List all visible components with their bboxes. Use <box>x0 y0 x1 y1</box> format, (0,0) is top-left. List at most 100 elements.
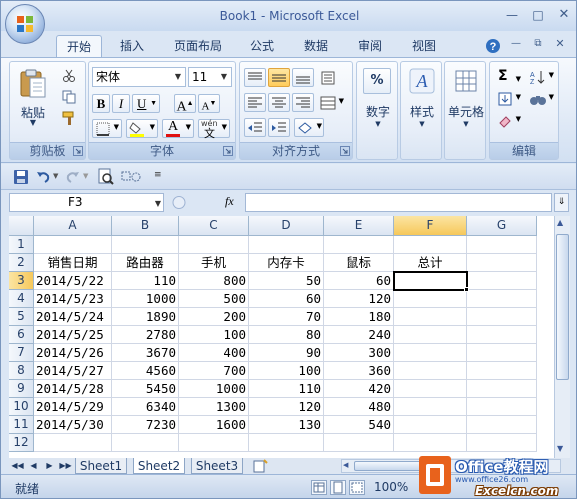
cell-g12[interactable] <box>467 434 537 452</box>
cell-c2[interactable]: 手机 <box>179 254 249 272</box>
cut-icon[interactable] <box>62 69 76 83</box>
cell-d11[interactable]: 130 <box>249 416 324 434</box>
save-icon[interactable] <box>13 169 29 185</box>
cell-e7[interactable]: 300 <box>324 344 394 362</box>
cell-a5[interactable]: 2014/5/24 <box>34 308 112 326</box>
cell-g4[interactable] <box>467 290 537 308</box>
cell-c1[interactable] <box>179 236 249 254</box>
row-header[interactable]: 7 <box>9 344 34 362</box>
row-header[interactable]: 4 <box>9 290 34 308</box>
vertical-scrollbar[interactable]: ▲ ▼ <box>554 216 570 458</box>
cell-d3[interactable]: 50 <box>249 272 324 290</box>
scroll-left-icon[interactable]: ◀ <box>343 461 348 469</box>
cell-a8[interactable]: 2014/5/27 <box>34 362 112 380</box>
cell-c8[interactable]: 700 <box>179 362 249 380</box>
workbook-close-button[interactable]: ✕ <box>549 35 571 53</box>
cell-e8[interactable]: 360 <box>324 362 394 380</box>
cell-b6[interactable]: 2780 <box>112 326 179 344</box>
cell-e12[interactable] <box>324 434 394 452</box>
align-bottom-button[interactable] <box>292 68 314 87</box>
cell-c11[interactable]: 1600 <box>179 416 249 434</box>
cell-e10[interactable]: 480 <box>324 398 394 416</box>
maximize-button[interactable]: □ <box>527 6 549 24</box>
normal-view-button[interactable] <box>311 480 327 495</box>
cell-d5[interactable]: 70 <box>249 308 324 326</box>
help-icon[interactable]: ? <box>485 38 501 54</box>
cell-e3[interactable]: 60 <box>324 272 394 290</box>
cell-b8[interactable]: 4560 <box>112 362 179 380</box>
column-header-d[interactable]: D <box>249 216 324 236</box>
cell-a6[interactable]: 2014/5/25 <box>34 326 112 344</box>
cell-a7[interactable]: 2014/5/26 <box>34 344 112 362</box>
cell-g5[interactable] <box>467 308 537 326</box>
cell-b7[interactable]: 3670 <box>112 344 179 362</box>
cell-b12[interactable] <box>112 434 179 452</box>
shrink-font-button[interactable]: A▼ <box>198 94 220 113</box>
cell-f11[interactable] <box>394 416 467 434</box>
sheet-tab-sheet1[interactable]: Sheet1 <box>75 458 127 474</box>
cell-f12[interactable] <box>394 434 467 452</box>
cell-g11[interactable] <box>467 416 537 434</box>
page-layout-view-button[interactable] <box>330 480 346 495</box>
column-header-f[interactable]: F <box>394 216 467 236</box>
insert-sheet-icon[interactable] <box>251 459 269 473</box>
row-header[interactable]: 3 <box>9 272 34 290</box>
sort-filter-button[interactable]: AZ ▼ <box>526 66 556 86</box>
row-header[interactable]: 10 <box>9 398 34 416</box>
cell-f7[interactable] <box>394 344 467 362</box>
formula-input[interactable] <box>245 193 552 212</box>
grow-font-button[interactable]: A▲ <box>174 94 196 115</box>
cell-d6[interactable]: 80 <box>249 326 324 344</box>
font-name-combo[interactable]: 宋体 ▼ <box>92 67 186 87</box>
copy-icon[interactable] <box>62 90 76 104</box>
sheet-tab-sheet3[interactable]: Sheet3 <box>191 458 243 474</box>
page-break-view-button[interactable] <box>349 480 365 495</box>
column-header-c[interactable]: C <box>179 216 249 236</box>
cell-g9[interactable] <box>467 380 537 398</box>
undo-dropdown-icon[interactable]: ▼ <box>53 172 58 180</box>
ribbon-restore-button[interactable]: ⧉ <box>527 35 549 53</box>
tab-formulas[interactable]: 公式 <box>244 35 280 57</box>
next-sheet-icon[interactable]: ▶ <box>43 459 56 473</box>
prev-sheet-icon[interactable]: ◀ <box>27 459 40 473</box>
decrease-indent-button[interactable] <box>244 118 266 137</box>
column-header-a[interactable]: A <box>34 216 112 236</box>
vertical-scroll-thumb[interactable] <box>556 234 569 380</box>
scroll-up-icon[interactable]: ▲ <box>557 218 563 227</box>
first-sheet-icon[interactable]: ◀◀ <box>11 459 24 473</box>
styles-icon[interactable]: A <box>409 68 435 94</box>
cell-d9[interactable]: 110 <box>249 380 324 398</box>
row-header[interactable]: 5 <box>9 308 34 326</box>
wrap-text-button[interactable]: ▼ <box>294 118 324 137</box>
font-color-button[interactable]: A ▼ <box>162 119 194 138</box>
redo-dropdown-icon[interactable]: ▼ <box>83 172 88 180</box>
cells-icon[interactable] <box>453 68 479 94</box>
fill-handle[interactable] <box>464 287 469 292</box>
cell-b1[interactable] <box>112 236 179 254</box>
cell-e6[interactable]: 240 <box>324 326 394 344</box>
tab-insert[interactable]: 插入 <box>112 35 152 57</box>
cell-d10[interactable]: 120 <box>249 398 324 416</box>
fill-color-button[interactable]: ▼ <box>126 119 158 138</box>
increase-indent-button[interactable] <box>268 118 290 137</box>
align-middle-button[interactable] <box>268 68 290 87</box>
cell-c7[interactable]: 400 <box>179 344 249 362</box>
cell-b2[interactable]: 路由器 <box>112 254 179 272</box>
column-header-e[interactable]: E <box>324 216 394 236</box>
column-header-b[interactable]: B <box>112 216 179 236</box>
cell-a3[interactable]: 2014/5/22 <box>34 272 112 290</box>
align-center-button[interactable] <box>268 93 290 112</box>
cell-g6[interactable] <box>467 326 537 344</box>
redo-icon[interactable] <box>65 169 81 185</box>
underline-button[interactable]: U ▼ <box>132 94 160 113</box>
print-preview-icon[interactable] <box>97 168 115 186</box>
phonetic-button[interactable]: wén 文 ▼ <box>198 119 230 140</box>
tab-home[interactable]: 开始 <box>56 35 102 57</box>
cell-f10[interactable] <box>394 398 467 416</box>
cell-g8[interactable] <box>467 362 537 380</box>
worksheet-grid[interactable]: A B C D E F G 1 2 销售日期 路由器 手机 内存卡 鼠标 总计 3 2014/5/22 110 80… <box>9 216 570 458</box>
borders-button[interactable]: ▼ <box>92 119 122 138</box>
cell-f6[interactable] <box>394 326 467 344</box>
formula-bar-grip-icon[interactable] <box>171 194 187 211</box>
cell-e11[interactable]: 540 <box>324 416 394 434</box>
